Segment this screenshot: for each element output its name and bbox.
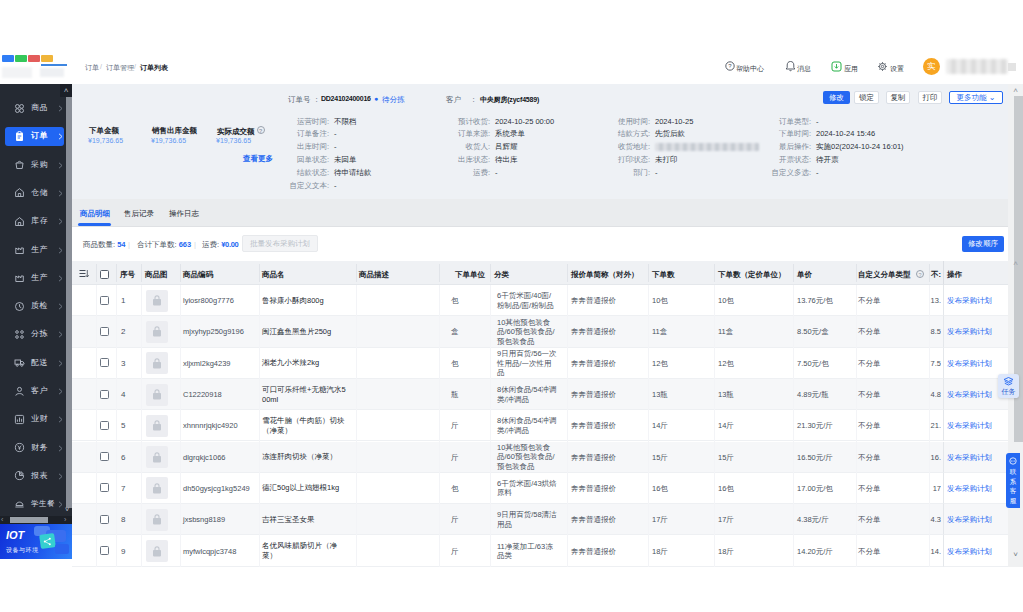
svg-text:?: ? bbox=[728, 63, 732, 69]
